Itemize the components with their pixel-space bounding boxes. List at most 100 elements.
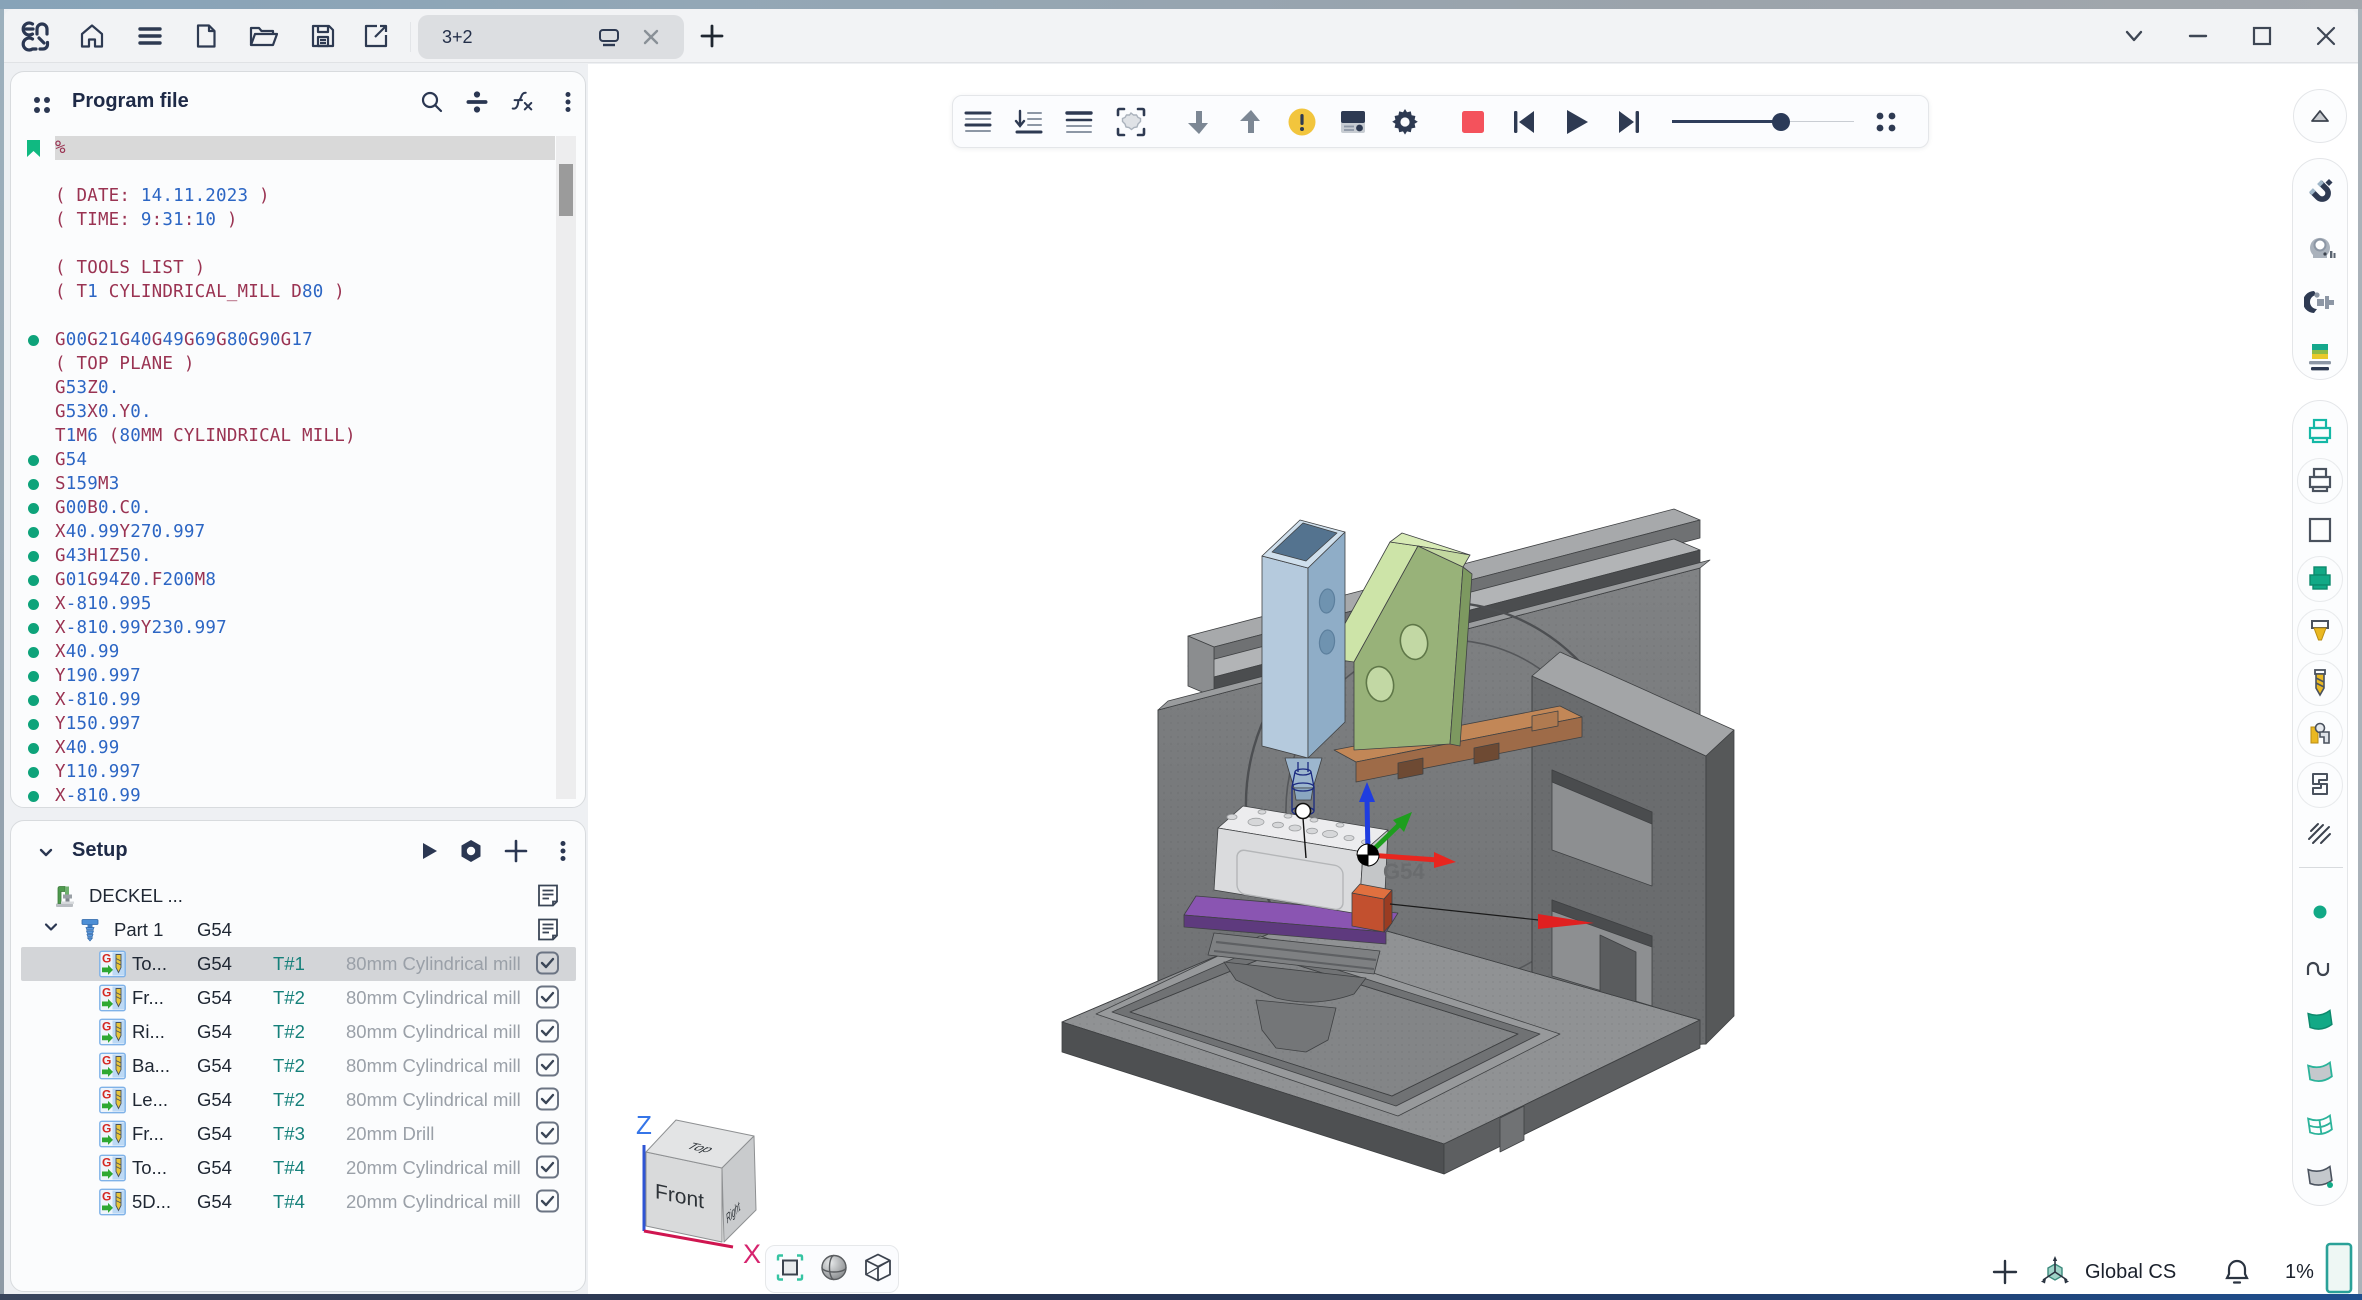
machine-document-icon[interactable]: [535, 883, 561, 910]
stock-box-icon[interactable]: [2302, 512, 2338, 548]
skip-back-button[interactable]: [1507, 105, 1541, 139]
gcode-operation-icon[interactable]: G: [99, 1019, 126, 1046]
dots-grid-icon[interactable]: [1869, 105, 1903, 139]
gcode-line[interactable]: S159M3: [11, 472, 555, 496]
executed-bullet-icon[interactable]: [11, 527, 55, 538]
dot-icon[interactable]: [2302, 894, 2338, 930]
gcode-line[interactable]: X40.99Y270.997: [11, 520, 555, 544]
gcode-line[interactable]: Y110.997: [11, 760, 555, 784]
gcode-line[interactable]: [11, 304, 555, 328]
arrow-down-icon[interactable]: [1182, 105, 1216, 139]
stop-button[interactable]: [1456, 105, 1490, 139]
gcode-line[interactable]: X-810.99Y230.997: [11, 616, 555, 640]
minimize-button[interactable]: [2178, 16, 2218, 56]
gcode-line[interactable]: ( TOP PLANE ): [11, 352, 555, 376]
operation-checkbox[interactable]: [535, 1019, 560, 1046]
coordinate-system-icon[interactable]: [2037, 1254, 2073, 1295]
executed-bullet-icon[interactable]: [11, 551, 55, 562]
setup-part-row[interactable]: Part 1G54: [11, 913, 585, 947]
gcode-line[interactable]: ( T1 CYLINDRICAL_MILL D80 ): [11, 280, 555, 304]
measure-icon[interactable]: [2302, 229, 2338, 265]
surface-wire-icon[interactable]: [2302, 1106, 2338, 1142]
executed-bullet-icon[interactable]: [11, 599, 55, 610]
menu-button[interactable]: [130, 16, 170, 56]
gcode-line[interactable]: Y190.997: [11, 664, 555, 688]
gcode-line[interactable]: %: [11, 136, 555, 160]
tool-drill-icon[interactable]: [2297, 660, 2343, 706]
setup-operation-row[interactable]: GRi...G54T#280mm Cylindrical mill: [11, 1015, 585, 1049]
speed-slider[interactable]: [1672, 112, 1854, 132]
operation-checkbox[interactable]: [535, 1087, 560, 1114]
warning-icon[interactable]: [1285, 105, 1319, 139]
line-step-down-icon[interactable]: [1012, 105, 1046, 139]
maximize-button[interactable]: [2242, 16, 2282, 56]
gcode-editor[interactable]: % ( DATE: 14.11.2023 )( TIME: 9:31:10 ) ( …: [11, 136, 555, 806]
gcode-line[interactable]: G00G21G40G49G69G80G90G17: [11, 328, 555, 352]
gcode-line[interactable]: T1M6 (80MM CYLINDRICAL MILL): [11, 424, 555, 448]
executed-bullet-icon[interactable]: [11, 623, 55, 634]
setup-add-icon[interactable]: [503, 838, 529, 864]
magnet-icon[interactable]: [2302, 173, 2338, 209]
tab-close-icon[interactable]: [640, 26, 662, 53]
lines-all-icon[interactable]: [961, 105, 995, 139]
function-icon[interactable]: [509, 89, 535, 115]
speed-slider-knob[interactable]: [1772, 113, 1790, 131]
setup-play-icon[interactable]: [416, 838, 442, 864]
toolpath-hatch-icon[interactable]: [2302, 816, 2338, 852]
setup-collapse-chevron-icon[interactable]: [35, 841, 57, 868]
setup-operation-row[interactable]: GTo...G54T#180mm Cylindrical mill: [11, 947, 585, 981]
executed-bullet-icon[interactable]: [11, 647, 55, 658]
bell-icon[interactable]: [2221, 1256, 2253, 1293]
toolbar-chevron-down-icon[interactable]: [2114, 16, 2154, 56]
surface-filled-icon[interactable]: [2302, 1001, 2338, 1037]
setup-operation-row[interactable]: GFr...G54T#280mm Cylindrical mill: [11, 981, 585, 1015]
operation-checkbox[interactable]: [535, 1121, 560, 1148]
gcode-operation-icon[interactable]: G: [99, 1189, 126, 1216]
app-logo[interactable]: [15, 16, 55, 56]
export-button[interactable]: [356, 16, 396, 56]
executed-bullet-icon[interactable]: [11, 743, 55, 754]
gcode-line[interactable]: G53X0.Y0.: [11, 400, 555, 424]
sidebar-collapse-button[interactable]: [2293, 89, 2347, 143]
new-file-button[interactable]: [186, 16, 226, 56]
save-button[interactable]: [303, 16, 343, 56]
isometric-box-icon[interactable]: [862, 1252, 894, 1289]
play-button[interactable]: [1559, 105, 1593, 139]
open-file-button[interactable]: [243, 16, 283, 56]
gcode-line[interactable]: X40.99: [11, 736, 555, 760]
drag-handle-icon[interactable]: [31, 94, 53, 121]
gcode-line[interactable]: X-810.99: [11, 784, 555, 806]
close-window-button[interactable]: [2306, 16, 2346, 56]
executed-bullet-icon[interactable]: [11, 719, 55, 730]
setup-operation-row[interactable]: G5D...G54T#420mm Cylindrical mill: [11, 1185, 585, 1219]
stock-layers-icon[interactable]: [2302, 338, 2338, 374]
arrow-up-icon[interactable]: [1234, 105, 1268, 139]
machine-icon[interactable]: [53, 883, 80, 910]
gcode-line[interactable]: Y150.997: [11, 712, 555, 736]
gcode-line[interactable]: ( TIME: 9:31:10 ): [11, 208, 555, 232]
executed-bullet-icon[interactable]: [11, 767, 55, 778]
search-icon[interactable]: [419, 89, 445, 115]
add-cs-button[interactable]: [1990, 1257, 2020, 1292]
gcode-line[interactable]: [11, 160, 555, 184]
executed-bullet-icon[interactable]: [11, 479, 55, 490]
workpiece-clamp-icon[interactable]: [2297, 711, 2343, 757]
gcode-line[interactable]: G53Z0.: [11, 376, 555, 400]
clamp-icon[interactable]: [2302, 284, 2338, 320]
gcode-line[interactable]: ( DATE: 14.11.2023 ): [11, 184, 555, 208]
program-more-icon[interactable]: [555, 89, 581, 115]
operation-checkbox[interactable]: [535, 1155, 560, 1182]
new-tab-button[interactable]: [692, 16, 732, 56]
gcode-operation-icon[interactable]: G: [99, 1087, 126, 1114]
fit-view-icon[interactable]: [774, 1252, 806, 1289]
setup-more-icon[interactable]: [550, 838, 576, 864]
machine-outline-icon[interactable]: [2297, 762, 2343, 808]
part-document-icon[interactable]: [535, 917, 561, 944]
executed-bullet-icon[interactable]: [11, 503, 55, 514]
operation-checkbox[interactable]: [535, 1053, 560, 1080]
code-scrollbar[interactable]: [556, 136, 576, 799]
home-button[interactable]: [72, 16, 112, 56]
operation-checkbox[interactable]: [535, 951, 560, 978]
gcode-operation-icon[interactable]: G: [99, 985, 126, 1012]
part-icon[interactable]: [77, 917, 103, 944]
